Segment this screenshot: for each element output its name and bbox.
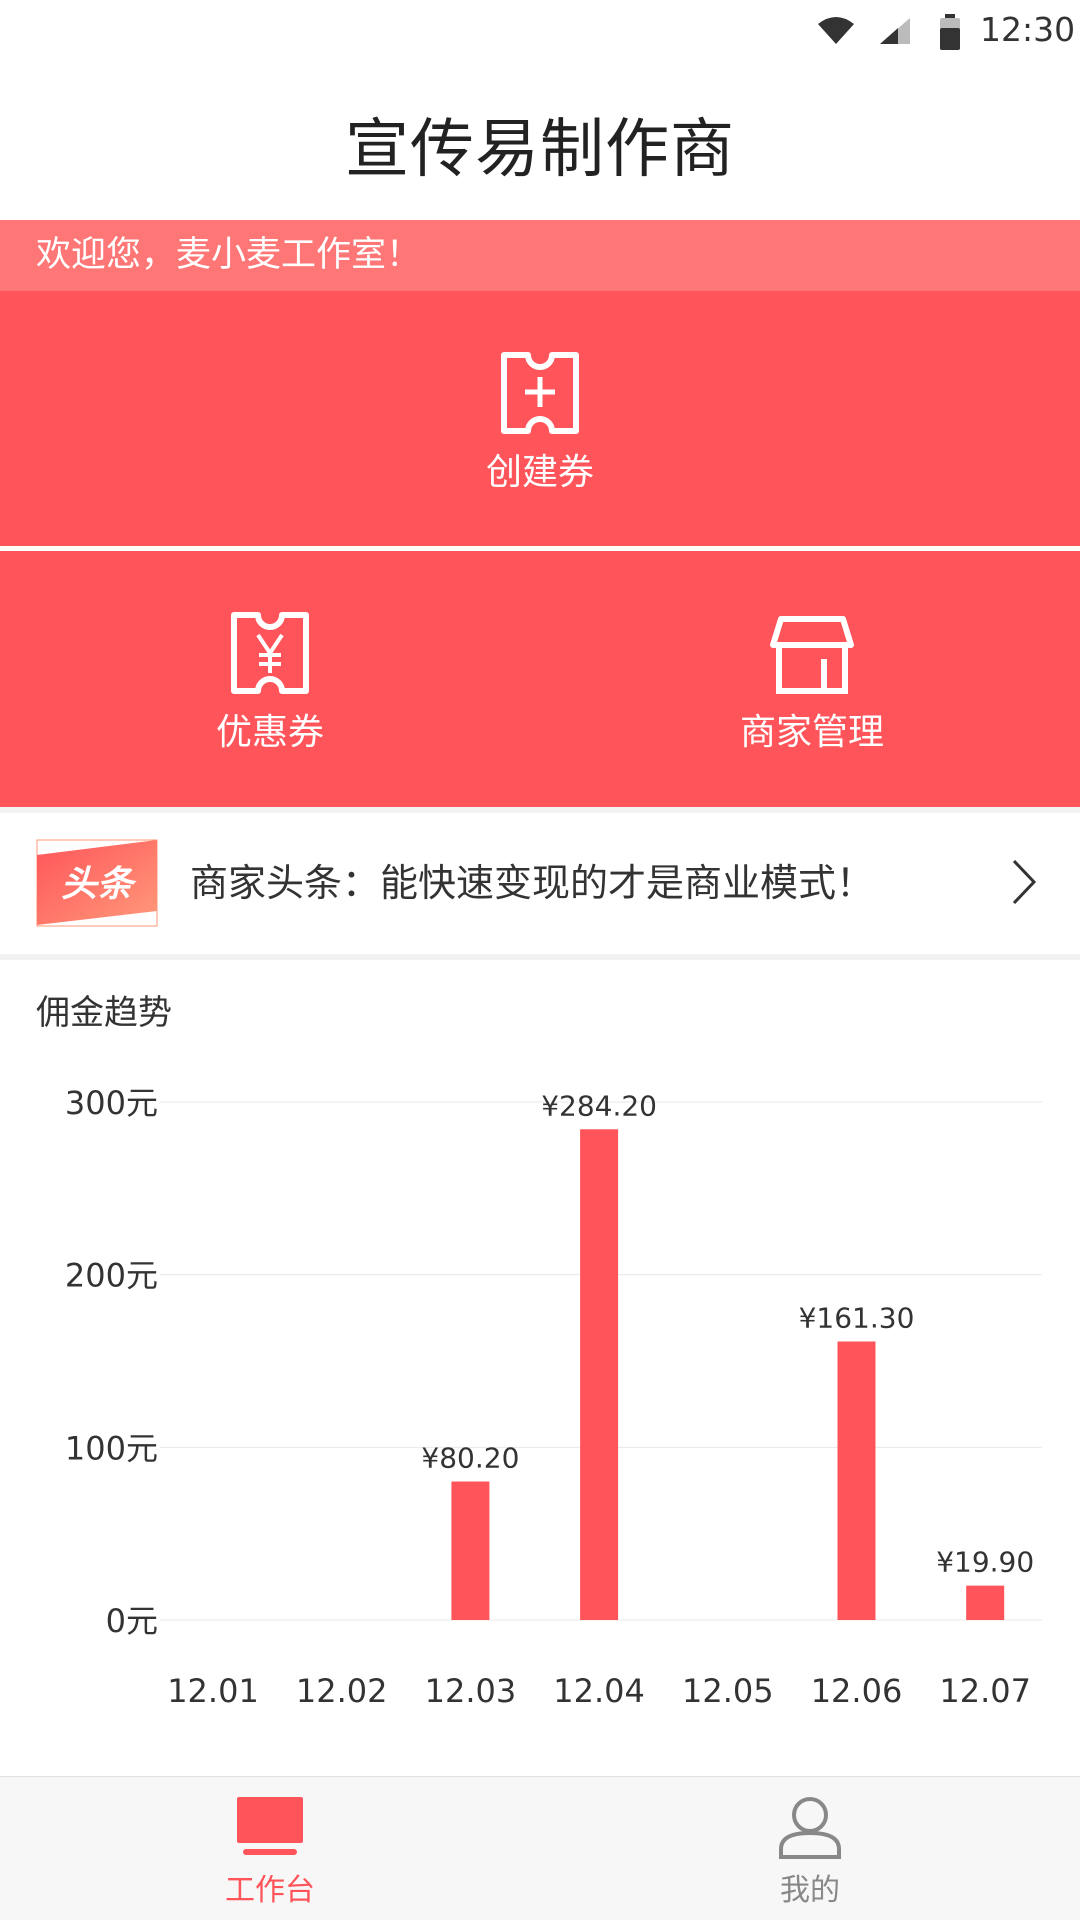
ticket-plus-icon xyxy=(501,352,579,434)
bottom-navigation: 工作台 我的 xyxy=(0,1776,1080,1920)
coupon-label: 优惠券 xyxy=(215,712,324,753)
y-tick-label: 200元 xyxy=(65,1257,158,1295)
x-tick-label: 12.06 xyxy=(811,1672,903,1710)
nav-tab-mine-label: 我的 xyxy=(780,1873,840,1908)
page-title: 宣传易制作商 xyxy=(345,113,735,187)
chart-title: 佣金趋势 xyxy=(36,993,172,1033)
merchant-management-label: 商家管理 xyxy=(739,712,884,753)
status-bar: 12:30 xyxy=(0,0,1080,60)
y-tick-label: 100元 xyxy=(65,1429,158,1467)
bar xyxy=(580,1129,619,1620)
x-tick-label: 12.02 xyxy=(296,1672,388,1710)
welcome-banner: 欢迎您，麦小麦工作室！ xyxy=(0,220,1080,291)
ticket-yen-icon xyxy=(231,612,309,694)
monitor-icon xyxy=(237,1797,303,1855)
user-icon xyxy=(779,1797,841,1859)
nav-tab-workbench-label: 工作台 xyxy=(225,1873,315,1908)
nav-tab-mine[interactable]: 我的 xyxy=(710,1795,910,1909)
headline-badge: 头条 xyxy=(36,839,158,927)
bar xyxy=(966,1585,1005,1620)
commission-bar-chart: 0元 100元 200元 300元 12.01 12.02 ¥80.20 12.03 ¥284.… xyxy=(65,1084,1042,1710)
x-tick-label: 12.01 xyxy=(167,1672,259,1710)
news-headline-row[interactable]: 头条 商家头条：能快速变现的才是商业模式！ xyxy=(0,812,1080,954)
signal-icon xyxy=(880,18,910,44)
bar xyxy=(451,1481,490,1620)
y-tick-label: 0元 xyxy=(106,1602,158,1640)
x-tick-label: 12.05 xyxy=(682,1672,774,1710)
divider xyxy=(0,954,1080,960)
wifi-icon xyxy=(818,17,854,44)
nav-tab-workbench[interactable]: 工作台 xyxy=(170,1795,370,1909)
create-coupon-label: 创建券 xyxy=(485,452,594,493)
x-tick-label: 12.04 xyxy=(553,1672,645,1710)
coupon-button[interactable]: 优惠券 xyxy=(170,611,370,755)
management-tile: 优惠券 商家管理 xyxy=(0,551,1080,807)
bar-value-label: ¥19.90 xyxy=(936,1546,1034,1579)
bar xyxy=(837,1341,876,1620)
headline-badge-label: 头条 xyxy=(61,864,137,905)
battery-icon xyxy=(940,14,960,50)
bar-value-label: ¥161.30 xyxy=(799,1301,915,1334)
bar-value-label: ¥284.20 xyxy=(541,1089,657,1122)
create-coupon-button[interactable]: 创建券 xyxy=(440,351,640,495)
x-tick-label: 12.07 xyxy=(939,1672,1031,1710)
bar-value-label: ¥80.20 xyxy=(421,1442,519,1475)
chevron-right-icon xyxy=(1012,859,1037,905)
headline-text: 商家头条：能快速变现的才是商业模式！ xyxy=(190,861,875,905)
merchant-management-button[interactable]: 商家管理 xyxy=(712,615,912,755)
store-icon xyxy=(770,616,854,694)
x-tick-label: 12.03 xyxy=(425,1672,517,1710)
create-coupon-tile[interactable]: 创建券 xyxy=(0,291,1080,546)
status-time: 12:30 xyxy=(980,10,1076,49)
y-tick-label: 300元 xyxy=(65,1084,158,1122)
